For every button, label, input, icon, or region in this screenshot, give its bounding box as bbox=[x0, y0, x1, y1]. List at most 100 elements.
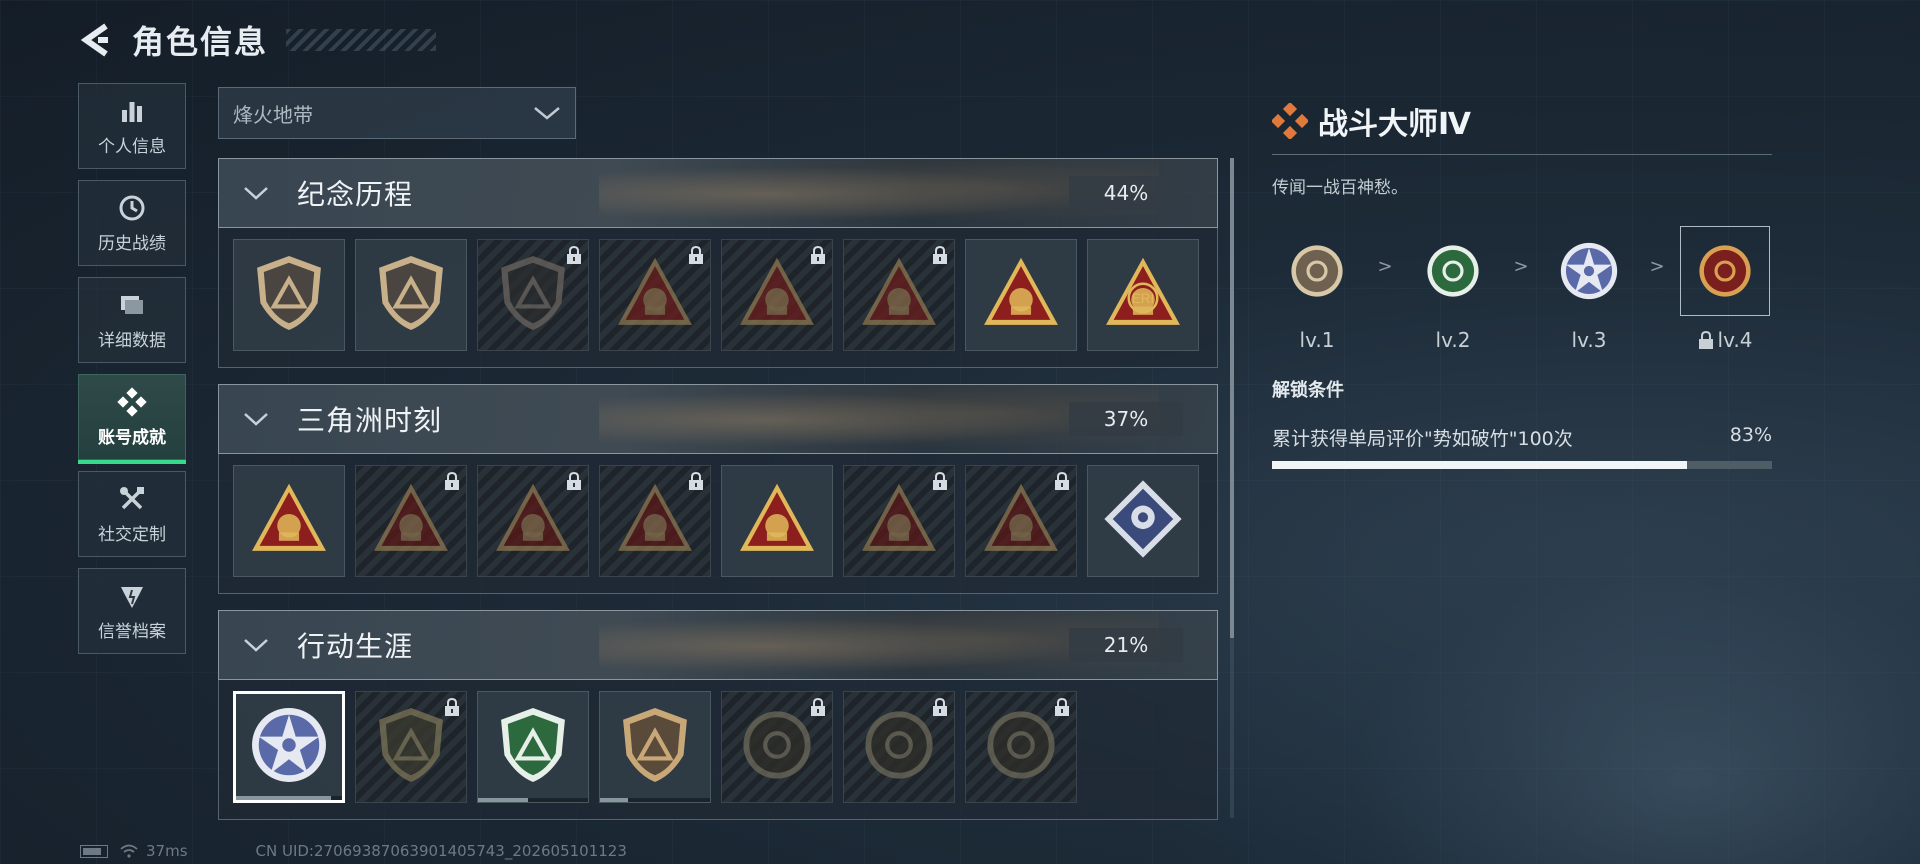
level-item[interactable]: lv.2 bbox=[1408, 226, 1498, 352]
lock-icon bbox=[445, 472, 459, 490]
badge-progress-fill bbox=[236, 796, 332, 800]
chevron-down-icon bbox=[244, 187, 268, 200]
section-percent: 21% bbox=[1069, 628, 1183, 662]
sidebar-nav: 个人信息历史战绩详细数据账号成就 社交定制信誉档案 bbox=[78, 83, 188, 665]
wifi-icon bbox=[120, 844, 138, 858]
sidebar-item-0[interactable]: 个人信息 bbox=[78, 83, 186, 169]
achievement-badge[interactable] bbox=[599, 465, 711, 577]
badge-progress-bar bbox=[478, 798, 588, 802]
lock-icon bbox=[567, 246, 581, 264]
lock-icon bbox=[933, 698, 947, 716]
achievement-badge-icon bbox=[252, 708, 326, 782]
achievement-badge[interactable] bbox=[233, 239, 345, 351]
clock-icon bbox=[119, 195, 145, 220]
achievement-badge[interactable] bbox=[721, 465, 833, 577]
sidebar-item-label: 详细数据 bbox=[98, 330, 166, 351]
condition-text: 累计获得单局评价"势如破竹"100次 bbox=[1272, 428, 1573, 450]
achievement-title: 战斗大师Ⅳ bbox=[1318, 107, 1471, 142]
achievement-badge[interactable] bbox=[477, 239, 589, 351]
level-item[interactable]: lv.4 bbox=[1680, 226, 1770, 352]
section-header[interactable]: 三角洲时刻 37% bbox=[218, 384, 1218, 454]
achievement-badge-icon bbox=[374, 483, 448, 551]
level-progression: lv.1 > lv.2 > lv.3 > lv.4 bbox=[1272, 226, 1772, 356]
achievement-badge[interactable] bbox=[721, 239, 833, 351]
uid-text: CN UID:27069387063901405743_202605101123 bbox=[255, 842, 627, 860]
level-label-text: lv.2 bbox=[1435, 328, 1471, 352]
section-percent: 44% bbox=[1069, 176, 1183, 210]
level-badge bbox=[1680, 226, 1770, 316]
lock-icon bbox=[811, 698, 825, 716]
achievement-badge-icon bbox=[501, 708, 565, 782]
achievement-badge[interactable] bbox=[843, 691, 955, 803]
achievement-diamond-icon bbox=[1272, 103, 1308, 139]
level-badge bbox=[1408, 226, 1498, 316]
level-item[interactable]: lv.3 bbox=[1544, 226, 1634, 352]
achievement-badge[interactable] bbox=[843, 239, 955, 351]
level-badge bbox=[1272, 226, 1362, 316]
achievement-badge[interactable] bbox=[965, 465, 1077, 577]
page-title: 角色信息 bbox=[132, 23, 269, 61]
achievement-badge[interactable] bbox=[599, 691, 711, 803]
section-percent: 37% bbox=[1069, 402, 1183, 436]
chevron-down-icon bbox=[244, 639, 268, 652]
scrollbar-thumb[interactable] bbox=[1230, 158, 1234, 638]
chevron-down-icon bbox=[244, 413, 268, 426]
achievement-badge-icon bbox=[496, 483, 570, 551]
achievement-scrollbar[interactable] bbox=[1230, 158, 1234, 818]
section-title: 纪念历程 bbox=[297, 178, 414, 211]
title-decoration bbox=[286, 29, 437, 51]
level-label-text: lv.1 bbox=[1299, 328, 1335, 352]
badge-grid bbox=[218, 454, 1218, 594]
sidebar-item-4[interactable]: 社交定制 bbox=[78, 471, 186, 557]
achievement-badge[interactable] bbox=[355, 239, 467, 351]
level-separator: > bbox=[1513, 256, 1529, 277]
mode-dropdown-value: 烽火地带 bbox=[233, 102, 313, 127]
level-item[interactable]: lv.1 bbox=[1272, 226, 1362, 352]
lock-icon bbox=[811, 246, 825, 264]
achievement-badge[interactable] bbox=[599, 239, 711, 351]
sidebar-item-1[interactable]: 历史战绩 bbox=[78, 180, 186, 266]
achievement-section: 三角洲时刻 37% bbox=[218, 384, 1218, 594]
section-header[interactable]: 行动生涯 21% bbox=[218, 610, 1218, 680]
folder-icon bbox=[121, 295, 143, 314]
achievement-badge-icon bbox=[862, 257, 936, 325]
lock-icon bbox=[933, 246, 947, 264]
mode-dropdown[interactable]: 烽火地带 bbox=[218, 87, 576, 139]
badge-grid: ERI bbox=[218, 228, 1218, 368]
level-label: lv.4 bbox=[1698, 328, 1752, 352]
achievement-badge[interactable] bbox=[355, 691, 467, 803]
sidebar-item-5[interactable]: 信誉档案 bbox=[78, 568, 186, 654]
achievement-badge[interactable] bbox=[477, 691, 589, 803]
achievement-badge[interactable] bbox=[477, 465, 589, 577]
achievement-badge[interactable] bbox=[233, 465, 345, 577]
achievement-badge[interactable] bbox=[965, 691, 1077, 803]
achievement-badge-icon bbox=[987, 711, 1055, 779]
achievement-section: 纪念历程 44% ERI bbox=[218, 158, 1218, 368]
achievement-badge[interactable] bbox=[1087, 465, 1199, 577]
level-separator: > bbox=[1649, 256, 1665, 277]
achievement-badge[interactable] bbox=[233, 691, 345, 803]
ping-value: 37ms bbox=[146, 842, 188, 860]
section-header[interactable]: 纪念历程 44% bbox=[218, 158, 1218, 228]
achievement-badge[interactable] bbox=[355, 465, 467, 577]
chevron-down-icon bbox=[534, 107, 560, 120]
achievement-badge[interactable] bbox=[965, 239, 1077, 351]
bar-chart-icon bbox=[122, 101, 142, 122]
sidebar-item-2[interactable]: 详细数据 bbox=[78, 277, 186, 363]
achievement-badge[interactable] bbox=[721, 691, 833, 803]
condition-percent: 83% bbox=[1729, 424, 1772, 446]
achievement-badge-icon bbox=[1291, 245, 1343, 297]
sidebar-item-3[interactable]: 账号成就 bbox=[78, 374, 186, 464]
badge-progress-fill bbox=[600, 798, 628, 802]
achievement-badge-icon bbox=[1104, 480, 1182, 558]
achievement-badge-icon bbox=[618, 483, 692, 551]
achievement-badge-icon bbox=[743, 711, 811, 779]
badge-text: ERI bbox=[1132, 291, 1154, 306]
back-button[interactable] bbox=[78, 20, 112, 60]
achievement-badge[interactable] bbox=[843, 465, 955, 577]
unlock-conditions-heading: 解锁条件 bbox=[1272, 380, 1344, 401]
level-label: lv.1 bbox=[1300, 328, 1335, 352]
unlock-condition: 累计获得单局评价"势如破竹"100次 83% bbox=[1272, 424, 1772, 451]
achievement-badge[interactable]: ERI bbox=[1087, 239, 1199, 351]
lock-icon bbox=[445, 698, 459, 716]
